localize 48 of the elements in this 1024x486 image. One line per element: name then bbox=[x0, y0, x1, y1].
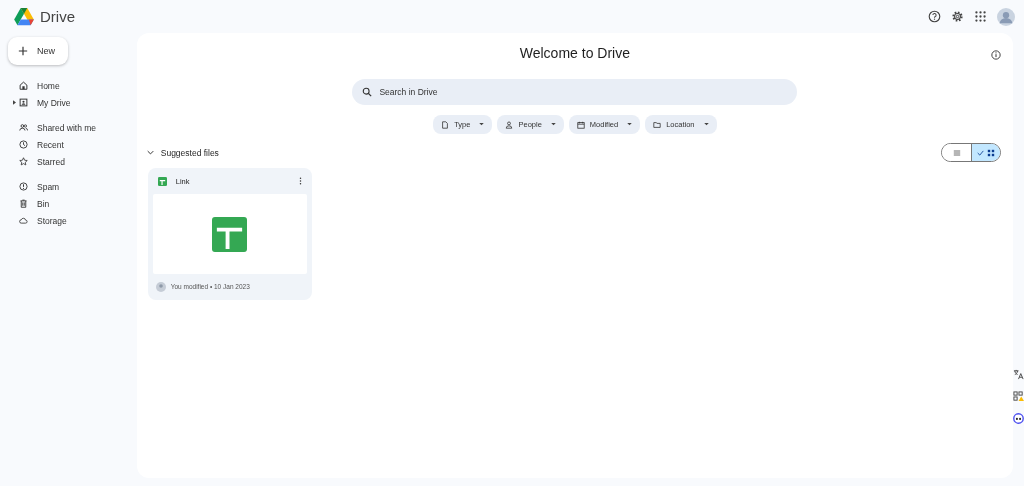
people-icon bbox=[19, 123, 28, 132]
file-icon bbox=[441, 120, 450, 129]
star-icon bbox=[19, 157, 28, 166]
expand-arrow-icon[interactable] bbox=[13, 100, 16, 105]
person-icon bbox=[505, 120, 514, 129]
folder-person-icon bbox=[19, 98, 28, 107]
nav-item[interactable]: Recent bbox=[8, 136, 137, 153]
nav-item[interactable]: Spam bbox=[8, 178, 137, 195]
caret-icon bbox=[550, 123, 556, 126]
plus-icon bbox=[18, 46, 28, 56]
section-toggle[interactable]: Suggested files bbox=[146, 147, 219, 158]
search-field[interactable]: Search in Drive bbox=[352, 79, 798, 105]
caret-icon bbox=[627, 123, 633, 126]
folder-icon bbox=[653, 120, 662, 129]
clock-icon bbox=[19, 140, 28, 149]
apps-icon[interactable] bbox=[1013, 391, 1024, 402]
check-icon bbox=[977, 149, 984, 156]
grid-view-button[interactable] bbox=[971, 144, 1000, 161]
assistant-icon[interactable] bbox=[1013, 413, 1024, 424]
home-icon bbox=[19, 81, 28, 90]
translate-icon[interactable] bbox=[1013, 369, 1024, 380]
caret-icon bbox=[703, 123, 709, 126]
search-icon bbox=[362, 87, 373, 97]
grid-icon bbox=[987, 148, 995, 157]
nav-item[interactable]: Home bbox=[8, 77, 137, 94]
nav-item[interactable]: My Drive bbox=[8, 94, 137, 111]
bin-icon bbox=[19, 199, 28, 208]
info-icon[interactable] bbox=[991, 50, 1001, 60]
spreadsheet-icon bbox=[157, 176, 167, 186]
cloud-icon bbox=[19, 216, 28, 225]
calendar-icon bbox=[576, 120, 585, 129]
caret-icon bbox=[479, 123, 485, 126]
nav-item[interactable]: Storage bbox=[8, 212, 137, 229]
settings-icon[interactable] bbox=[951, 10, 964, 23]
alert-icon bbox=[19, 182, 28, 191]
drive-logo-icon bbox=[14, 7, 34, 26]
new-button[interactable]: New bbox=[8, 37, 68, 65]
nav-item[interactable]: Bin bbox=[8, 195, 137, 212]
page-title: Welcome to Drive bbox=[519, 45, 630, 61]
more-options-icon[interactable] bbox=[298, 177, 302, 185]
nav-item[interactable]: Starred bbox=[8, 153, 137, 170]
apps-grid-icon[interactable] bbox=[974, 10, 987, 23]
help-icon[interactable] bbox=[928, 10, 941, 23]
app-title: Drive bbox=[40, 8, 75, 25]
avatar bbox=[155, 281, 166, 292]
nav-item[interactable]: Shared with me bbox=[8, 119, 137, 136]
avatar[interactable] bbox=[997, 7, 1015, 26]
spreadsheet-icon bbox=[212, 216, 248, 252]
